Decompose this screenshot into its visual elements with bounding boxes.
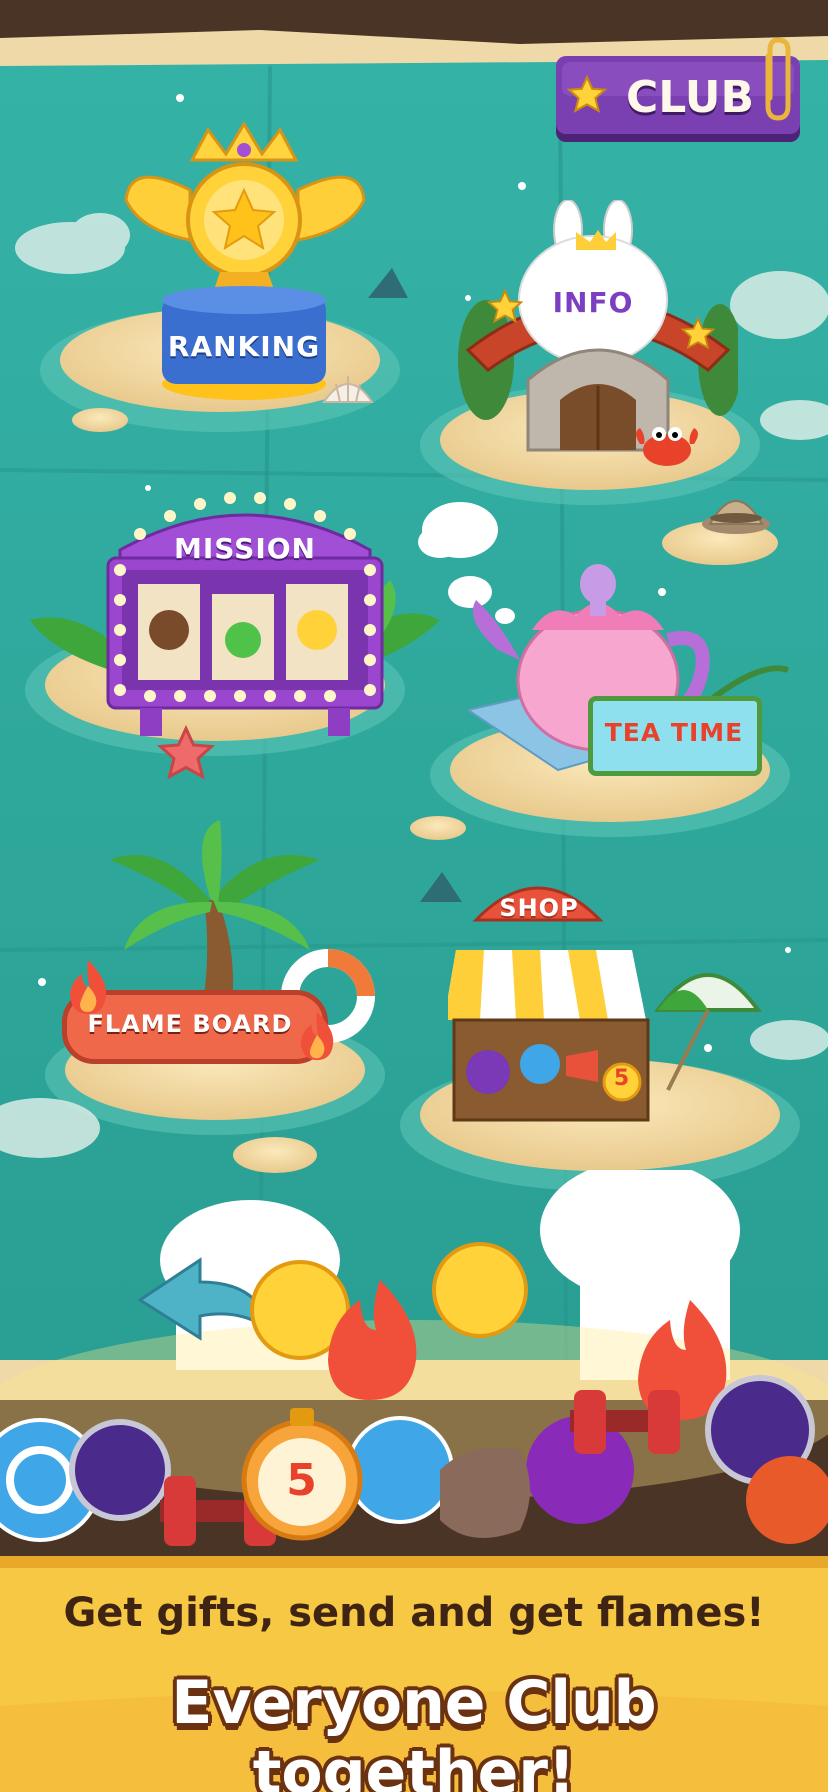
star-icon — [486, 288, 524, 324]
caption-line-1: Get gifts, send and get flames! — [63, 1590, 765, 1636]
flame-board-island[interactable]: FLAME BOARD — [60, 820, 380, 1080]
club-screen: CLUB RANKING INFO MISSION TEA TIME FLAME… — [0, 0, 828, 1792]
starfish-icon — [156, 724, 216, 780]
club-label: CLUB — [626, 72, 755, 123]
ranking-label: RANKING — [167, 330, 321, 363]
timer-value: 5 — [286, 1455, 318, 1506]
shop-island[interactable]: SHOP 5 — [448, 860, 768, 1140]
seashell-icon — [322, 376, 374, 403]
flame-board-label: FLAME BOARD — [87, 1010, 293, 1038]
caption-line-2: Everyone Club together! — [171, 1668, 657, 1792]
item-pile — [0, 1170, 828, 1546]
star-icon — [680, 316, 716, 350]
tea-time-label: TEA TIME — [604, 718, 744, 747]
winged-crown-trophy — [124, 121, 366, 400]
mission-label: MISSION — [173, 532, 316, 565]
ranking-island[interactable]: RANKING — [120, 120, 380, 410]
crab-icon — [636, 427, 698, 466]
tea-time-island[interactable]: TEA TIME — [468, 560, 798, 800]
star-icon — [566, 74, 608, 113]
paperclip-icon — [765, 37, 791, 121]
club-button[interactable]: CLUB — [554, 37, 804, 144]
shop-label: SHOP — [499, 894, 579, 922]
mission-board — [106, 492, 384, 736]
mission-island[interactable]: MISSION — [30, 490, 440, 740]
pith-helmet-icon — [702, 500, 770, 534]
shop-timer-value: 5 — [613, 1066, 631, 1091]
info-label: INFO — [552, 286, 634, 319]
flame-icon — [70, 960, 107, 1014]
